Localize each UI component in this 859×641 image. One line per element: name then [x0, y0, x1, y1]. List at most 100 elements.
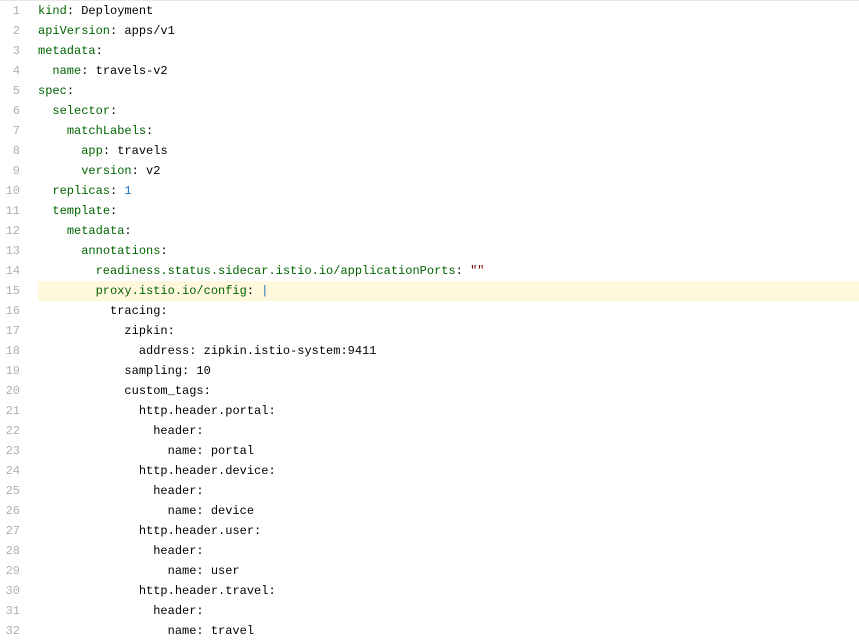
line-number-gutter: 1234567891011121314151617181920212223242… [0, 1, 28, 641]
code-token: proxy.istio.io/config [96, 284, 247, 298]
code-line[interactable]: sampling: 10 [38, 361, 859, 381]
code-token: custom_tags: [124, 384, 210, 398]
code-line[interactable]: spec: [38, 81, 859, 101]
code-token: : v2 [132, 164, 161, 178]
code-line[interactable]: tracing: [38, 301, 859, 321]
line-number: 24 [0, 461, 20, 481]
line-number: 29 [0, 561, 20, 581]
code-line[interactable]: version: v2 [38, 161, 859, 181]
code-token: : [67, 84, 74, 98]
code-line[interactable]: matchLabels: [38, 121, 859, 141]
code-token: : [456, 264, 470, 278]
code-token: : [96, 44, 103, 58]
code-line[interactable]: app: travels [38, 141, 859, 161]
code-token: : travels-v2 [81, 64, 167, 78]
line-number: 13 [0, 241, 20, 261]
code-line[interactable]: replicas: 1 [38, 181, 859, 201]
line-number: 26 [0, 501, 20, 521]
code-line[interactable]: name: portal [38, 441, 859, 461]
line-number: 8 [0, 141, 20, 161]
code-line[interactable]: header: [38, 421, 859, 441]
code-token: : [110, 184, 124, 198]
code-token: readiness.status.sidecar.istio.io/applic… [96, 264, 456, 278]
code-token: : apps/v1 [110, 24, 175, 38]
code-line[interactable]: header: [38, 541, 859, 561]
line-number: 2 [0, 21, 20, 41]
line-number: 30 [0, 581, 20, 601]
code-line[interactable]: metadata: [38, 41, 859, 61]
line-number: 1 [0, 1, 20, 21]
code-token: replicas [52, 184, 110, 198]
code-token: name [52, 64, 81, 78]
code-line[interactable]: http.header.portal: [38, 401, 859, 421]
line-number: 23 [0, 441, 20, 461]
code-token: http.header.travel: [139, 584, 276, 598]
code-line[interactable]: http.header.device: [38, 461, 859, 481]
line-number: 11 [0, 201, 20, 221]
code-line[interactable]: name: device [38, 501, 859, 521]
line-number: 21 [0, 401, 20, 421]
code-token: annotations [81, 244, 160, 258]
code-content[interactable]: kind: DeploymentapiVersion: apps/v1metad… [28, 1, 859, 641]
line-number: 27 [0, 521, 20, 541]
code-token: apiVersion [38, 24, 110, 38]
code-token: : [160, 244, 167, 258]
code-line[interactable]: name: travels-v2 [38, 61, 859, 81]
code-line[interactable]: proxy.istio.io/config: | [38, 281, 859, 301]
line-number: 4 [0, 61, 20, 81]
code-line[interactable]: zipkin: [38, 321, 859, 341]
code-token: http.header.device: [139, 464, 276, 478]
code-line[interactable]: template: [38, 201, 859, 221]
code-token: kind [38, 4, 67, 18]
code-line[interactable]: http.header.travel: [38, 581, 859, 601]
line-number: 12 [0, 221, 20, 241]
code-token: header: [153, 544, 203, 558]
line-number: 14 [0, 261, 20, 281]
code-token: http.header.user: [139, 524, 261, 538]
code-line[interactable]: name: travel [38, 621, 859, 641]
code-token: app [81, 144, 103, 158]
code-token: : Deployment [67, 4, 153, 18]
line-number: 28 [0, 541, 20, 561]
code-line[interactable]: http.header.user: [38, 521, 859, 541]
line-number: 31 [0, 601, 20, 621]
code-token: name: travel [168, 624, 254, 638]
code-line[interactable]: readiness.status.sidecar.istio.io/applic… [38, 261, 859, 281]
code-line[interactable]: selector: [38, 101, 859, 121]
code-token: : [110, 104, 117, 118]
line-number: 3 [0, 41, 20, 61]
line-number: 10 [0, 181, 20, 201]
line-number: 15 [0, 281, 20, 301]
line-number: 32 [0, 621, 20, 641]
code-token: header: [153, 484, 203, 498]
line-number: 16 [0, 301, 20, 321]
code-line[interactable]: custom_tags: [38, 381, 859, 401]
code-token: | [261, 284, 268, 298]
code-token: zipkin: [124, 324, 174, 338]
line-number: 7 [0, 121, 20, 141]
code-line[interactable]: apiVersion: apps/v1 [38, 21, 859, 41]
line-number: 5 [0, 81, 20, 101]
code-token: header: [153, 424, 203, 438]
line-number: 18 [0, 341, 20, 361]
code-token: "" [470, 264, 484, 278]
code-token: sampling: 10 [124, 364, 210, 378]
code-line[interactable]: address: zipkin.istio-system:9411 [38, 341, 859, 361]
code-token: version [81, 164, 131, 178]
code-token: metadata [67, 224, 125, 238]
code-token: spec [38, 84, 67, 98]
code-token: : [124, 224, 131, 238]
code-line[interactable]: header: [38, 601, 859, 621]
code-token: : [247, 284, 261, 298]
code-line[interactable]: name: user [38, 561, 859, 581]
code-line[interactable]: metadata: [38, 221, 859, 241]
line-number: 19 [0, 361, 20, 381]
code-token: name: device [168, 504, 254, 518]
code-line[interactable]: header: [38, 481, 859, 501]
code-line[interactable]: annotations: [38, 241, 859, 261]
code-token: header: [153, 604, 203, 618]
line-number: 9 [0, 161, 20, 181]
code-token: tracing: [110, 304, 168, 318]
code-token: selector [52, 104, 110, 118]
code-line[interactable]: kind: Deployment [38, 1, 859, 21]
